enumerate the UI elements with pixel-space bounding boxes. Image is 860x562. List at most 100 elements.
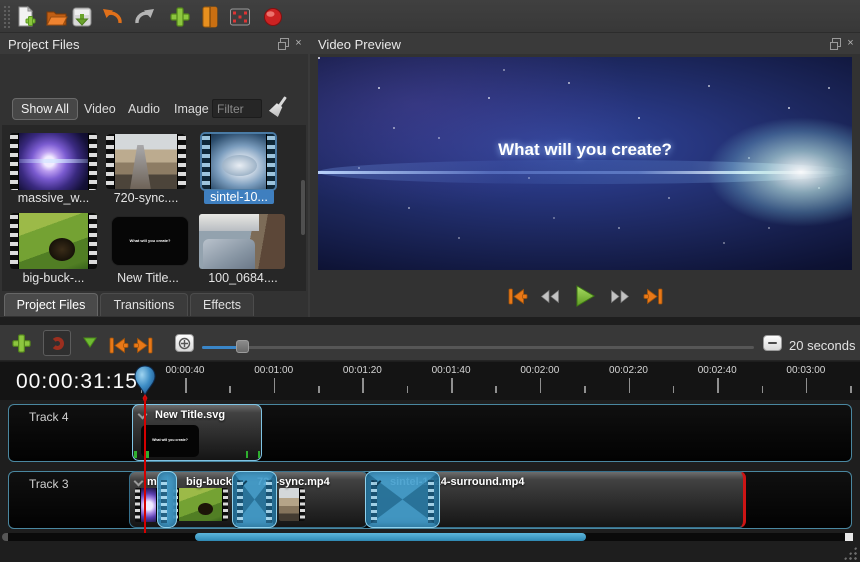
zoom-out-button[interactable] (763, 335, 782, 351)
transition-1[interactable] (157, 471, 177, 528)
minus-icon (768, 342, 777, 345)
ruler-label: 00:03:00 (771, 365, 841, 376)
open-folder-icon (45, 6, 68, 28)
file-thumbnail-1000684[interactable] (199, 214, 285, 269)
film-strip-icon (222, 488, 228, 521)
transition-2[interactable] (232, 471, 277, 528)
float-panel-icon[interactable] (280, 38, 289, 47)
file-label[interactable]: New Title... (100, 271, 196, 285)
openshot-window: Project Files × Show All Video Audio Ima… (0, 0, 860, 562)
ruler-tick-minor (673, 386, 675, 393)
jump-end-icon (642, 287, 665, 306)
clip-label: big-buck- (186, 476, 236, 488)
film-strip-icon (266, 134, 275, 189)
play-button[interactable] (571, 283, 599, 309)
track-name: Track 4 (29, 410, 69, 424)
undo-icon (101, 6, 125, 28)
file-thumbnail-bigbuck[interactable] (10, 213, 97, 269)
ruler-label: 00:01:40 (416, 365, 486, 376)
playback-controls (310, 283, 860, 309)
video-preview-screen[interactable]: What will you create? (318, 57, 852, 270)
film-strip-icon (88, 133, 97, 190)
video-preview-panel: Video Preview × What will you create? (310, 33, 860, 317)
redo-button[interactable] (132, 5, 156, 29)
ruler-tick-major (185, 378, 187, 393)
main-toolbar (0, 0, 860, 33)
export-video-button[interactable] (261, 5, 285, 29)
snapping-toggle-button[interactable] (43, 330, 71, 356)
add-track-button[interactable] (9, 331, 33, 355)
tab-effects[interactable]: Effects (190, 293, 254, 316)
jump-to-end-button[interactable] (641, 285, 665, 307)
ruler-label: 00:01:00 (239, 365, 309, 376)
filter-input[interactable] (212, 99, 262, 118)
jump-to-start-button[interactable] (505, 285, 529, 307)
undo-button[interactable] (101, 5, 125, 29)
import-files-button[interactable] (168, 5, 192, 29)
preview-overlay-text: What will you create? (318, 140, 852, 160)
timeline-ruler[interactable]: 00:00:31:15 00:00:4000:01:0000:01:2000:0… (0, 362, 860, 400)
tab-project-files[interactable]: Project Files (4, 293, 98, 316)
next-marker-button[interactable] (131, 333, 155, 357)
clip-handle-mark (246, 451, 249, 458)
filter-audio-button[interactable]: Audio (128, 99, 160, 119)
ruler-tick-major (451, 378, 453, 393)
ruler-tick-major (717, 378, 719, 393)
add-marker-button[interactable] (82, 335, 98, 349)
clip-menu-chevron-icon[interactable] (134, 477, 144, 487)
new-project-button[interactable] (14, 5, 38, 29)
fast-forward-icon (609, 288, 631, 305)
clip-menu-chevron-icon[interactable] (138, 410, 148, 420)
transition-3[interactable] (365, 471, 440, 528)
fullscreen-button[interactable] (228, 5, 252, 29)
file-thumbnail-720sync[interactable] (106, 134, 186, 189)
file-thumbnail-sintel[interactable] (202, 134, 275, 189)
clear-filter-brush-icon[interactable] (268, 95, 290, 119)
file-label[interactable]: massive_w... (8, 191, 99, 205)
zoom-slider-thumb[interactable] (236, 340, 249, 353)
film-strip-icon (10, 213, 19, 269)
film-profile-icon (201, 6, 219, 28)
ruler-tick-minor (407, 386, 409, 393)
file-label[interactable]: big-buck-... (8, 271, 99, 285)
clip-label: m (147, 476, 157, 488)
file-list-scrollbar[interactable] (301, 180, 305, 235)
toolbar-drag-handle-icon[interactable] (3, 5, 11, 28)
close-panel-icon[interactable]: × (845, 38, 856, 49)
choose-profile-button[interactable] (198, 5, 222, 29)
tab-transitions[interactable]: Transitions (100, 293, 188, 316)
close-panel-icon[interactable]: × (293, 38, 304, 49)
file-thumbnail-massive[interactable] (10, 133, 97, 190)
playhead-line[interactable] (144, 397, 146, 533)
filter-image-button[interactable]: Image (174, 99, 209, 119)
zoom-scale-label: 20 seconds (789, 338, 856, 353)
rewind-icon (539, 288, 561, 305)
file-label[interactable]: 720-sync.... (100, 191, 192, 205)
ruler-label: 00:01:20 (327, 365, 397, 376)
float-panel-icon[interactable] (832, 38, 841, 47)
previous-marker-button[interactable] (106, 333, 130, 357)
filter-video-button[interactable]: Video (84, 99, 116, 119)
clip-new-title[interactable]: New Title.svg What will you create? (132, 404, 262, 461)
clip-handle-mark (258, 451, 261, 458)
filter-show-all-button[interactable]: Show All (12, 98, 78, 120)
plus-icon (169, 6, 191, 28)
rewind-button[interactable] (538, 285, 562, 307)
transition-strip-icon (161, 480, 167, 523)
fast-forward-button[interactable] (608, 285, 632, 307)
center-on-playhead-button[interactable] (175, 334, 194, 352)
file-label-selected[interactable]: sintel-10... (204, 190, 274, 204)
save-project-button[interactable] (70, 5, 94, 29)
zoom-slider[interactable] (202, 346, 754, 349)
film-strip-icon (106, 134, 115, 189)
ruler-tick-major (540, 378, 542, 393)
left-panel-tabs: Project Files Transitions Effects (0, 291, 308, 317)
clip-handle-mark (134, 451, 137, 458)
file-label[interactable]: 100_0684.... (198, 271, 288, 285)
file-thumbnail-newtitle[interactable]: What will you create? (111, 216, 189, 266)
ruler-label: 00:00:40 (150, 365, 220, 376)
timeline-hscrollbar-thumb[interactable] (195, 533, 586, 541)
open-project-button[interactable] (44, 5, 68, 29)
ruler-label: 00:02:20 (594, 365, 664, 376)
clip-bigbuck[interactable]: big-buck- (167, 471, 240, 528)
